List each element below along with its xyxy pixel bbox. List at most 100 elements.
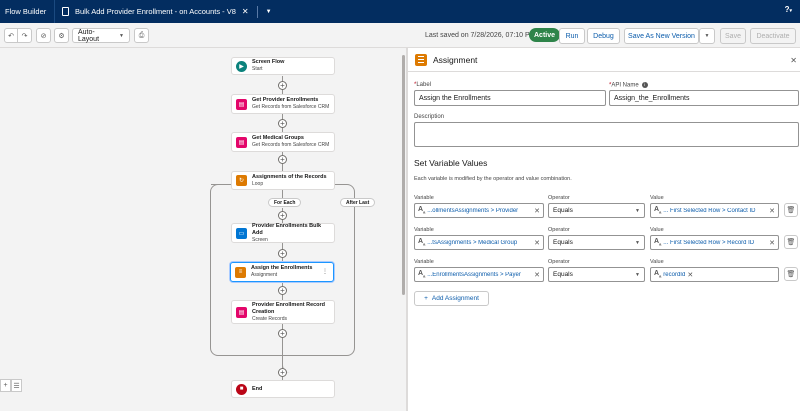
- variable-column-label: Variable: [414, 195, 434, 201]
- node-screen[interactable]: ▭ Provider Enrollments Bulk Add Screen: [231, 223, 335, 243]
- variable-pill[interactable]: Aa ...EnrollmentsAssignments > Payer ✕: [414, 267, 544, 282]
- variable-text: ...tsAssignments > Medical Group: [427, 239, 518, 246]
- close-icon[interactable]: ✕: [242, 7, 249, 16]
- flow-canvas[interactable]: + + + + + + + + ▶ Screen Flow Start ▤ Ge…: [0, 48, 406, 411]
- clear-icon[interactable]: ✕: [534, 271, 540, 279]
- operator-select[interactable]: Equals ▼: [548, 267, 645, 282]
- undo-icon[interactable]: ↶: [5, 29, 18, 42]
- gear-icon[interactable]: ⚙: [55, 29, 68, 42]
- clear-icon[interactable]: ✕: [534, 207, 540, 215]
- info-icon[interactable]: i: [641, 82, 648, 88]
- clear-icon[interactable]: ✕: [687, 271, 693, 279]
- chevron-down-icon: ▼: [119, 32, 124, 39]
- text-type-icon: Aa: [654, 270, 662, 279]
- variable-column-label: Variable: [414, 227, 434, 233]
- add-element-button[interactable]: +: [278, 211, 287, 220]
- node-start[interactable]: ▶ Screen Flow Start: [231, 57, 335, 75]
- last-saved-text: Last saved on 7/28/2026, 07:10 PM: [425, 32, 536, 39]
- zoom-controls: + ☰: [0, 379, 22, 392]
- operator-select[interactable]: Equals ▼: [548, 203, 645, 218]
- help-button[interactable]: ?▾: [785, 5, 792, 14]
- variable-pill[interactable]: Aa ...tsAssignments > Medical Group ✕: [414, 235, 544, 250]
- node-subtitle: Get Records from Salesforce CRM: [252, 104, 330, 110]
- loop-icon: ↻: [236, 175, 247, 186]
- add-element-button[interactable]: +: [278, 155, 287, 164]
- variable-text: ...EnrollmentsAssignments > Payer: [427, 271, 521, 278]
- node-get-medical-groups[interactable]: ▤ Get Medical Groups Get Records from Sa…: [231, 132, 335, 152]
- fit-view-icon[interactable]: ☰: [11, 379, 22, 392]
- value-text: ... First Selected Row > Contact ID: [663, 207, 756, 214]
- text-type-icon: Aa: [418, 206, 426, 215]
- node-get-provider-enrollments[interactable]: ▤ Get Provider Enrollments Get Records f…: [231, 94, 335, 114]
- add-element-button[interactable]: +: [278, 119, 287, 128]
- zoom-in-icon[interactable]: +: [0, 379, 11, 392]
- label-field-label: *Label: [414, 82, 432, 88]
- error-group: ⊘: [36, 28, 51, 43]
- node-subtitle: Screen: [252, 236, 268, 243]
- clear-icon[interactable]: ✕: [769, 207, 775, 215]
- node-end[interactable]: ■ End: [231, 380, 335, 398]
- more-actions-icon[interactable]: ⋮: [322, 268, 328, 275]
- debug-button[interactable]: Debug: [587, 28, 620, 44]
- app-name: Flow Builder: [5, 7, 47, 16]
- operator-value: Equals: [553, 207, 573, 214]
- add-element-button[interactable]: +: [278, 368, 287, 377]
- redo-icon[interactable]: ↷: [18, 29, 31, 42]
- add-element-button[interactable]: +: [278, 286, 287, 295]
- save-menu-button[interactable]: ▼: [699, 28, 715, 44]
- block-icon[interactable]: ⊘: [37, 29, 50, 42]
- variable-column-label: Variable: [414, 259, 434, 265]
- delete-row-button[interactable]: 🗑: [784, 267, 798, 281]
- variable-pill[interactable]: Aa ...ollmentsAssignments > Provider ✕: [414, 203, 544, 218]
- node-title: End: [252, 385, 263, 392]
- close-icon[interactable]: ✕: [790, 56, 797, 65]
- panel-header: Assignment ✕: [408, 48, 800, 72]
- value-pill[interactable]: Aa ... First Selected Row > Record ID ✕: [650, 235, 779, 250]
- property-panel: Assignment ✕ *Label Assign the Enrollmen…: [408, 48, 800, 411]
- value-column-label: Value: [650, 195, 664, 201]
- create-records-icon: ▤: [236, 306, 247, 318]
- value-pill[interactable]: Aa ... First Selected Row > Contact ID ✕: [650, 203, 779, 218]
- print-icon[interactable]: ⎙: [135, 29, 148, 42]
- api-name-field-label: *API Name i: [609, 82, 648, 89]
- clear-icon[interactable]: ✕: [534, 239, 540, 247]
- node-assign-the-enrollments[interactable]: ≡ Assign the Enrollments Assignment ⋮: [230, 262, 334, 282]
- variable-text: ...ollmentsAssignments > Provider: [427, 207, 519, 214]
- delete-row-button[interactable]: 🗑: [784, 203, 798, 217]
- add-element-button[interactable]: +: [278, 81, 287, 90]
- delete-row-button[interactable]: 🗑: [784, 235, 798, 249]
- deactivate-button[interactable]: Deactivate: [750, 28, 796, 44]
- add-element-button[interactable]: +: [278, 249, 287, 258]
- add-element-button[interactable]: +: [278, 329, 287, 338]
- add-assignment-button[interactable]: + Add Assignment: [414, 291, 489, 306]
- status-badge: Active: [529, 28, 561, 42]
- node-title: Get Medical Groups: [252, 135, 304, 141]
- canvas-scrollbar[interactable]: [402, 55, 405, 295]
- chevron-down-icon: ▼: [635, 207, 640, 214]
- label-input[interactable]: Assign the Enrollments: [414, 90, 606, 106]
- settings-group: ⚙: [54, 28, 69, 43]
- node-create-records[interactable]: ▤ Provider Enrollment Record Creation Cr…: [231, 300, 335, 324]
- run-button[interactable]: Run: [559, 28, 585, 44]
- flow-tab[interactable]: Bulk Add Provider Enrollment - on Accoun…: [54, 0, 279, 23]
- save-button[interactable]: Save: [720, 28, 746, 44]
- save-as-new-version-button[interactable]: Save As New Version: [624, 28, 699, 44]
- api-name-input[interactable]: Assign_the_Enrollments: [609, 90, 799, 106]
- operator-select[interactable]: Equals ▼: [548, 235, 645, 250]
- value-pill[interactable]: Aa recordId ✕: [650, 267, 779, 282]
- add-icon: +: [424, 295, 428, 302]
- operator-value: Equals: [553, 271, 573, 278]
- value-text: ... First Selected Row > Record ID: [663, 239, 755, 246]
- layout-select[interactable]: Auto-Layout ▼: [72, 28, 130, 43]
- description-field-label: Description: [414, 114, 445, 120]
- connector: [211, 184, 233, 185]
- node-title: Provider Enrollments Bulk Add: [252, 222, 322, 236]
- chevron-down-icon[interactable]: ▼: [266, 9, 272, 15]
- chevron-down-icon: ▼: [635, 239, 640, 246]
- for-each-label: For Each: [268, 198, 302, 207]
- text-type-icon: Aa: [654, 238, 662, 247]
- section-title: Set Variable Values: [414, 158, 488, 168]
- node-loop[interactable]: ↻ Assignments of the Records Loop: [231, 171, 335, 190]
- clear-icon[interactable]: ✕: [769, 239, 775, 247]
- description-textarea[interactable]: [414, 122, 799, 147]
